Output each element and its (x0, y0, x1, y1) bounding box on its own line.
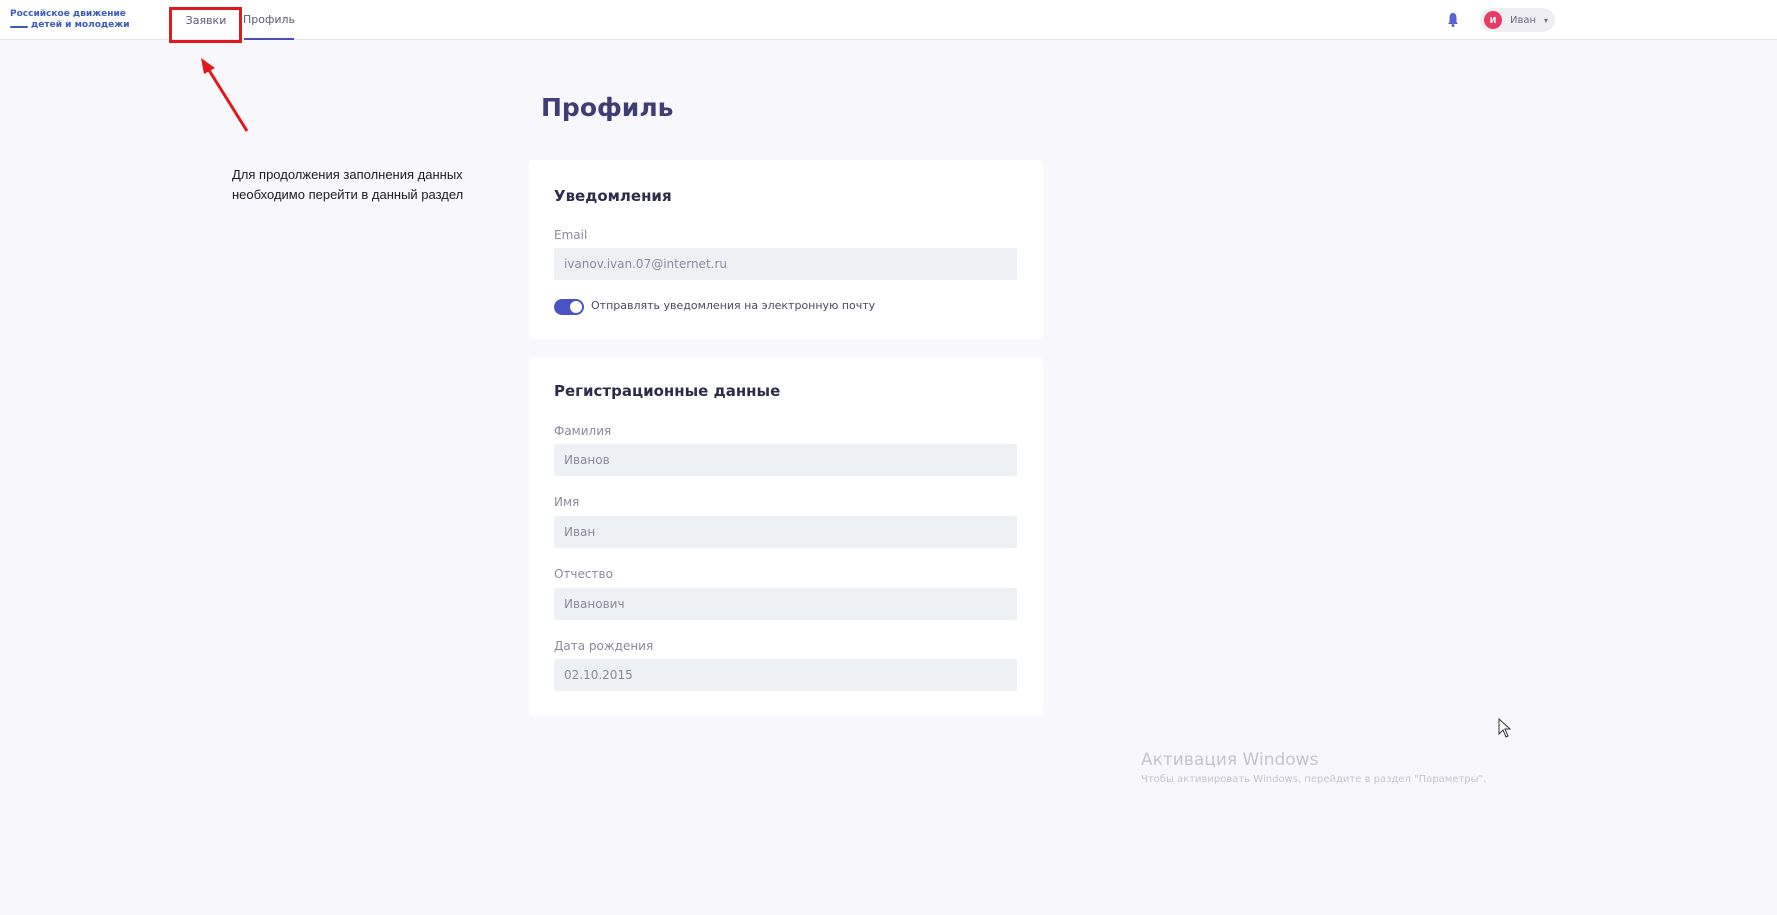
email-value: ivanov.ivan.07@internet.ru (564, 257, 727, 271)
watermark-line1: Активация Windows (1141, 750, 1319, 770)
annotation-hint: Для продолжения заполнения данных необхо… (232, 167, 464, 202)
name-field[interactable]: Иван (554, 516, 1017, 548)
birthdate-label: Дата рождения (554, 639, 654, 653)
registration-card: Регистрационные данные Фамилия Иванов Им… (529, 357, 1043, 716)
mouse-cursor-icon (1498, 718, 1512, 738)
patronymic-field[interactable]: Иванович (554, 588, 1017, 620)
avatar: И (1484, 11, 1502, 29)
user-name: Иван (1510, 14, 1537, 26)
red-arrow-annotation (201, 58, 249, 132)
birthdate-value: 02.10.2015 (564, 668, 633, 682)
tab-profile-label: Профиль (242, 12, 296, 26)
highlight-box (169, 7, 242, 43)
notifications-title: Уведомления (554, 187, 672, 205)
name-value: Иван (564, 525, 596, 539)
windows-activation-watermark: Активация Windows Чтобы активировать Win… (1141, 750, 1486, 785)
logo-line1: Российское движение (10, 9, 126, 19)
toggle-knob (570, 301, 582, 313)
tab-profile[interactable]: Профиль (242, 0, 296, 40)
notifications-toggle-label: Отправлять уведомления на электронную по… (591, 299, 876, 312)
email-label: Email (554, 228, 588, 242)
name-label: Имя (554, 495, 580, 509)
surname-value: Иванов (564, 453, 610, 467)
birthdate-field[interactable]: 02.10.2015 (554, 659, 1017, 691)
surname-label: Фамилия (554, 424, 612, 438)
logo-swoosh-icon (10, 25, 28, 28)
bell-icon[interactable] (1446, 12, 1460, 28)
surname-field[interactable]: Иванов (554, 444, 1017, 476)
logo-line2: детей и молодежи (31, 20, 130, 30)
email-field[interactable]: ivanov.ivan.07@internet.ru (554, 248, 1017, 280)
logo[interactable]: Российское движение детей и молодежи (10, 9, 160, 31)
user-menu[interactable]: И Иван ▾ (1480, 8, 1555, 32)
notifications-card: Уведомления Email ivanov.ivan.07@interne… (529, 160, 1043, 339)
top-navbar: Российское движение детей и молодежи Зая… (0, 0, 1777, 40)
registration-title: Регистрационные данные (554, 382, 781, 400)
notifications-toggle[interactable] (554, 299, 584, 315)
patronymic-label: Отчество (554, 567, 613, 581)
page-title: Профиль (541, 93, 674, 122)
chevron-down-icon: ▾ (1544, 15, 1549, 25)
watermark-line2: Чтобы активировать Windows, перейдите в … (1141, 774, 1487, 785)
patronymic-value: Иванович (564, 597, 625, 611)
